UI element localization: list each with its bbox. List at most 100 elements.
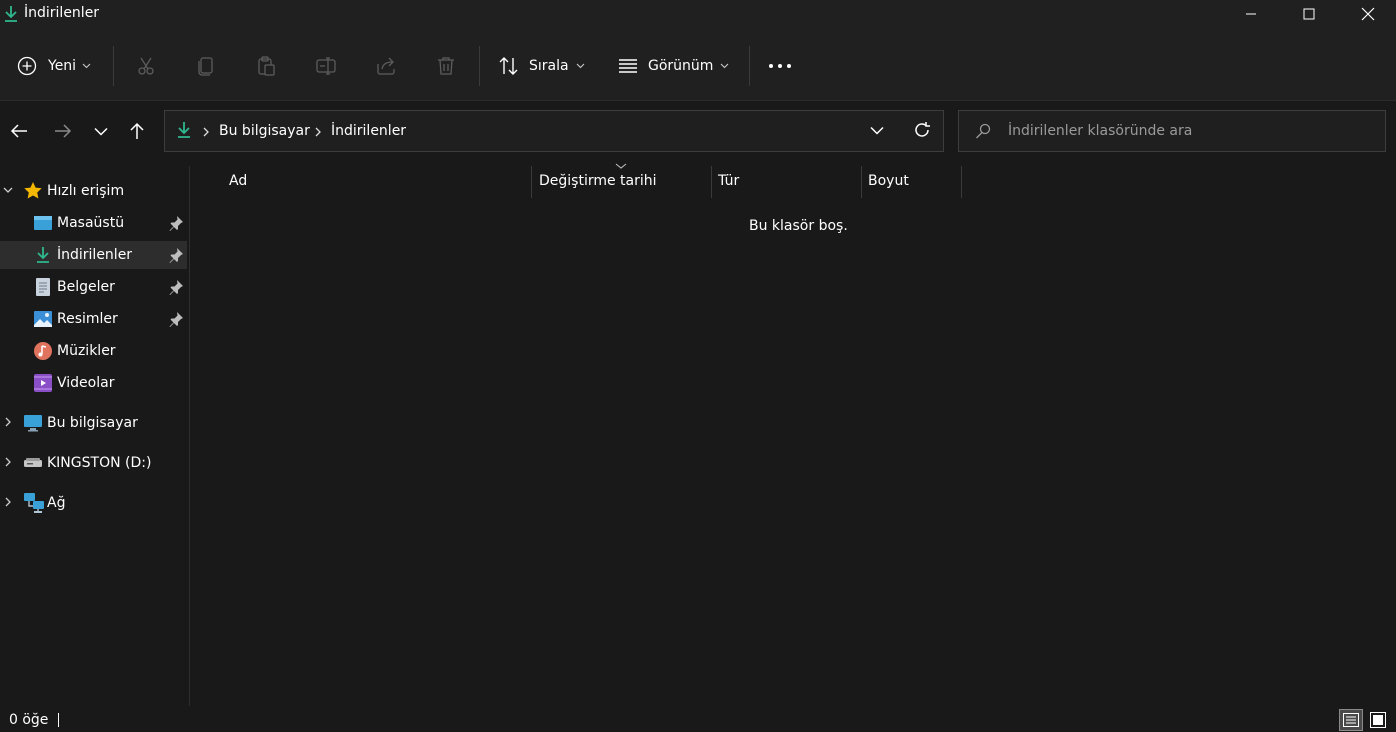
back-button[interactable] xyxy=(4,116,34,146)
download-icon xyxy=(37,247,49,263)
new-label: Yeni xyxy=(48,58,77,74)
sidebar-item-documents[interactable]: Belgeler xyxy=(0,273,187,301)
column-header-label: Ad xyxy=(229,173,248,189)
rename-icon xyxy=(316,57,336,75)
download-folder-icon xyxy=(176,121,192,139)
chevron-down-icon xyxy=(870,126,884,135)
pin-icon[interactable] xyxy=(168,215,184,231)
computer-icon xyxy=(24,415,42,432)
maximize-button[interactable] xyxy=(1279,0,1339,28)
video-icon xyxy=(34,374,52,392)
sidebar-item-videos[interactable]: Videolar xyxy=(0,369,187,397)
rename-button[interactable] xyxy=(310,50,342,82)
column-separator[interactable] xyxy=(961,166,962,198)
pin-icon[interactable] xyxy=(168,247,184,263)
trash-icon xyxy=(438,57,454,75)
sidebar-item-quick-access[interactable]: Hızlı erişim xyxy=(0,177,187,205)
refresh-button[interactable] xyxy=(913,121,931,139)
sidebar-item-label: Resimler xyxy=(57,311,118,327)
share-button[interactable] xyxy=(370,50,402,82)
minimize-icon xyxy=(1246,13,1256,15)
column-separator[interactable] xyxy=(531,166,532,198)
toolbar-separator xyxy=(113,46,114,86)
cut-button[interactable] xyxy=(130,50,162,82)
item-count: 0 öğe xyxy=(9,712,49,728)
chevron-right-icon xyxy=(5,457,11,467)
view-button[interactable]: Görünüm xyxy=(617,46,735,86)
arrow-up-icon xyxy=(130,122,144,139)
close-icon xyxy=(1361,7,1375,21)
download-folder-icon xyxy=(3,5,19,23)
status-bar xyxy=(0,706,1396,732)
minimize-button[interactable] xyxy=(1221,0,1281,28)
column-header-type[interactable]: Tür xyxy=(718,166,858,198)
column-header-size[interactable]: Boyut xyxy=(868,166,958,198)
pane-divider[interactable] xyxy=(189,166,190,706)
star-icon xyxy=(24,182,42,199)
sort-icon xyxy=(499,57,518,75)
toolbar-separator xyxy=(479,46,480,86)
breadcrumb-downloads[interactable]: İndirilenler xyxy=(331,123,406,139)
close-button[interactable] xyxy=(1338,0,1396,28)
details-view-button[interactable] xyxy=(1339,709,1363,731)
chevron-down-icon xyxy=(721,63,729,69)
chevron-down-icon xyxy=(94,127,108,136)
forward-button[interactable] xyxy=(48,116,78,146)
up-button[interactable] xyxy=(122,116,152,146)
scissors-icon xyxy=(138,57,154,75)
chevron-down-icon xyxy=(576,63,584,69)
chevron-right-icon xyxy=(5,497,11,507)
search-input[interactable]: İndirilenler klasöründe ara xyxy=(1008,123,1192,139)
pin-icon[interactable] xyxy=(168,279,184,295)
more-options-button[interactable] xyxy=(764,50,796,82)
ellipsis-icon xyxy=(769,64,791,68)
breadcrumb-separator-icon xyxy=(203,127,209,137)
column-header-label: Tür xyxy=(718,173,740,189)
empty-folder-message: Bu klasör boş. xyxy=(749,218,848,234)
copy-icon xyxy=(198,57,213,76)
sidebar-item-music[interactable]: Müzikler xyxy=(0,337,187,365)
recent-locations-button[interactable] xyxy=(86,116,116,146)
sort-button[interactable]: Sırala xyxy=(498,46,588,86)
sidebar-item-this-pc[interactable]: Bu bilgisayar xyxy=(0,409,187,437)
network-icon xyxy=(24,493,44,513)
paste-icon xyxy=(258,56,275,76)
paste-button[interactable] xyxy=(250,50,282,82)
window-title: İndirilenler xyxy=(24,5,100,21)
pin-icon[interactable] xyxy=(168,311,184,327)
column-header-name[interactable]: Ad xyxy=(229,166,529,198)
refresh-icon xyxy=(915,122,930,137)
title-bar xyxy=(0,0,1396,30)
chevron-down-icon xyxy=(3,187,13,193)
view-label: Görünüm xyxy=(648,58,714,74)
breadcrumb-separator-icon xyxy=(315,127,321,137)
sidebar-item-network[interactable]: Ağ xyxy=(0,489,187,517)
document-icon xyxy=(36,278,50,296)
address-history-button[interactable] xyxy=(870,126,884,135)
large-icons-view-button[interactable] xyxy=(1366,709,1390,731)
sidebar-item-pictures[interactable]: Resimler xyxy=(0,305,187,333)
chevron-right-icon xyxy=(5,417,11,427)
drive-icon xyxy=(24,458,42,467)
search-icon xyxy=(975,123,991,139)
delete-button[interactable] xyxy=(430,50,462,82)
column-header-date-modified[interactable]: Değiştirme tarihi xyxy=(539,166,709,198)
sidebar-item-downloads[interactable]: İndirilenler xyxy=(0,241,187,269)
share-icon xyxy=(377,57,395,75)
column-separator[interactable] xyxy=(861,166,862,198)
arrow-left-icon xyxy=(10,124,27,138)
sidebar-item-label: Müzikler xyxy=(57,343,116,359)
column-header-label: Değiştirme tarihi xyxy=(539,173,657,189)
plus-circle-icon xyxy=(17,56,37,76)
copy-button[interactable] xyxy=(190,50,222,82)
sidebar-item-label: İndirilenler xyxy=(57,247,133,263)
sidebar-item-drive-d[interactable]: KINGSTON (D:) xyxy=(0,449,187,477)
sidebar-item-label: Videolar xyxy=(57,375,115,391)
breadcrumb-this-pc[interactable]: Bu bilgisayar xyxy=(219,123,310,139)
new-button[interactable]: Yeni xyxy=(16,46,100,86)
sidebar-item-desktop[interactable]: Masaüstü xyxy=(0,209,187,237)
arrow-right-icon xyxy=(55,124,72,138)
column-separator[interactable] xyxy=(711,166,712,198)
large-icons-view-icon xyxy=(1370,712,1386,728)
music-icon xyxy=(34,342,52,360)
